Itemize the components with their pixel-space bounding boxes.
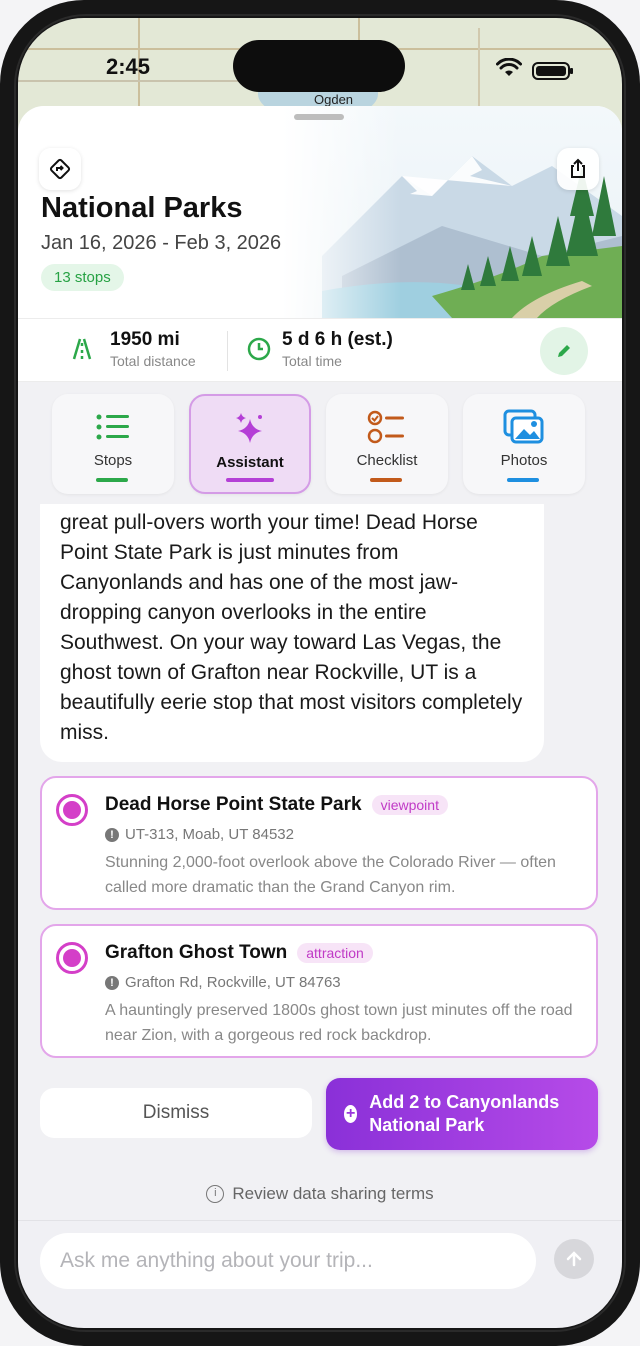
dynamic-island: [233, 40, 405, 92]
suggestion-select-radio[interactable]: [56, 794, 88, 826]
trip-title: National Parks: [41, 192, 243, 224]
assistant-message-bubble: great pull-overs worth your time! Dead H…: [40, 504, 544, 762]
photos-icon: [503, 409, 544, 444]
tab-stops-indicator: [96, 478, 128, 482]
tab-photos-label: Photos: [500, 452, 548, 469]
status-icons: [496, 57, 573, 83]
suggestion-tag: viewpoint: [371, 795, 448, 815]
share-button[interactable]: [557, 148, 599, 190]
trip-stats: 1950 mi Total distance 5 d 6 h (est.) To…: [18, 318, 622, 382]
info-icon: !: [105, 827, 119, 842]
edit-trip-button[interactable]: [540, 327, 588, 375]
route-button[interactable]: [39, 148, 81, 190]
assistant-chat: great pull-overs worth your time! Dead H…: [18, 504, 622, 1204]
distance-value: 1950 mi: [110, 329, 180, 350]
suggestion-address: UT-313, Moab, UT 84532: [125, 826, 294, 843]
tab-checklist-label: Checklist: [356, 452, 418, 469]
stops-count-badge: 13 stops: [41, 264, 124, 291]
landscape-illustration: [282, 106, 622, 318]
tab-photos[interactable]: Photos: [463, 394, 585, 494]
tab-stops[interactable]: Stops: [52, 394, 174, 494]
share-icon: [571, 158, 585, 178]
trip-sheet: National Parks Jan 16, 2026 - Feb 3, 202…: [18, 106, 622, 1328]
phone-frame: Ogden 2:45 National Parks Jan 16, 2026 -…: [0, 0, 640, 1346]
suggestion-name: Dead Horse Point State Park: [105, 794, 362, 815]
app-screen: Ogden 2:45 National Parks Jan 16, 2026 -…: [18, 18, 622, 1328]
add-stops-button[interactable]: + Add 2 to Canyonlands National Park: [326, 1078, 598, 1150]
review-terms-label: Review data sharing terms: [232, 1184, 434, 1203]
tab-assistant-indicator: [226, 478, 274, 482]
checklist-icon: [367, 410, 404, 444]
add-stops-label: Add 2 to Canyonlands National Park: [369, 1092, 560, 1135]
tab-photos-indicator: [507, 478, 539, 482]
status-time: 2:45: [106, 54, 151, 79]
pencil-icon: [558, 345, 570, 357]
suggestion-name: Grafton Ghost Town: [105, 942, 288, 963]
time-stat: 5 d 6 h (est.) Total time: [246, 329, 393, 369]
sparkles-icon: [236, 413, 262, 443]
sheet-grabber[interactable]: [294, 114, 344, 120]
suggestion-description: Stunning 2,000-foot overlook above the C…: [105, 854, 556, 896]
tab-assistant[interactable]: Assistant: [189, 394, 311, 494]
stats-divider: [227, 331, 228, 371]
time-label: Total time: [282, 353, 342, 369]
trip-dates: Jan 16, 2026 - Feb 3, 2026: [41, 232, 282, 254]
suggestion-card[interactable]: Dead Horse Point State Park viewpoint ! …: [40, 776, 598, 910]
suggestion-card[interactable]: Grafton Ghost Town attraction ! Grafton …: [40, 924, 598, 1058]
arrow-up-icon: [566, 1251, 582, 1267]
time-value: 5 d 6 h (est.): [282, 329, 393, 350]
review-terms-link[interactable]: i Review data sharing terms: [18, 1184, 622, 1204]
wifi-icon: [496, 57, 522, 83]
list-icon: [96, 414, 129, 440]
info-icon: !: [105, 975, 119, 990]
suggestion-tag: attraction: [297, 943, 373, 963]
tab-stops-label: Stops: [93, 452, 133, 469]
chat-input-bar: [18, 1220, 622, 1328]
section-tabs: Stops Assistant Checklist Photos: [18, 392, 622, 496]
road-icon: [72, 338, 92, 360]
suggestion-select-radio[interactable]: [56, 942, 88, 974]
tab-checklist-indicator: [370, 478, 402, 482]
send-button[interactable]: [554, 1239, 594, 1279]
map-place-label: Ogden: [314, 92, 354, 107]
suggestion-description: A hauntingly preserved 1800s ghost town …: [105, 1002, 573, 1044]
tab-checklist[interactable]: Checklist: [326, 394, 448, 494]
plus-icon: +: [344, 1105, 358, 1123]
suggestion-address: Grafton Rd, Rockville, UT 84763: [125, 974, 341, 991]
directions-icon: [49, 158, 71, 180]
distance-label: Total distance: [110, 353, 196, 369]
dismiss-button[interactable]: Dismiss: [40, 1088, 312, 1138]
trip-header: National Parks Jan 16, 2026 - Feb 3, 202…: [18, 106, 622, 318]
battery-icon: [532, 61, 573, 80]
distance-stat: 1950 mi Total distance: [64, 329, 196, 369]
clock-icon: [247, 337, 271, 361]
info-circle-icon: i: [206, 1185, 225, 1203]
chat-input[interactable]: [40, 1233, 536, 1289]
tab-assistant-label: Assistant: [216, 454, 284, 471]
assistant-message-text: great pull-overs worth your time! Dead H…: [60, 511, 523, 744]
